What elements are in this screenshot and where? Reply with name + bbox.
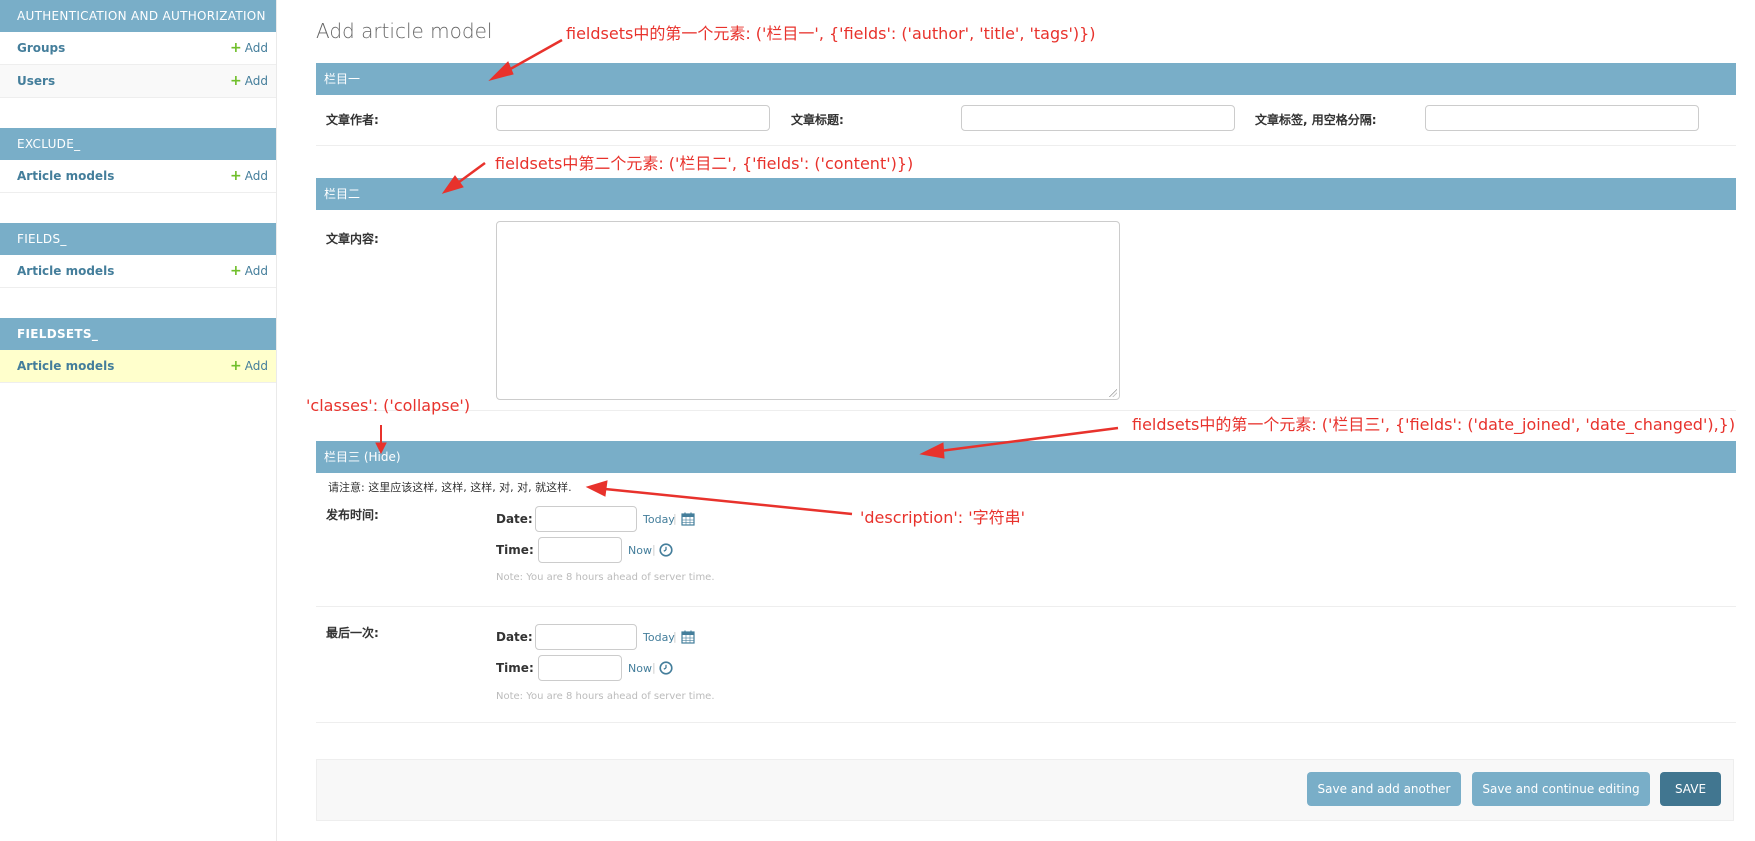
tags-label: 文章标签, 用空格分隔:: [1255, 113, 1377, 127]
form-row-content: 文章内容:: [316, 210, 1736, 411]
plus-icon: +: [230, 263, 242, 279]
author-label: 文章作者:: [326, 113, 379, 127]
fieldset-caption-2: 栏目二: [316, 178, 1736, 210]
module-caption[interactable]: EXCLUDE_: [0, 128, 276, 160]
title-input[interactable]: [961, 105, 1235, 131]
add-label: Add: [244, 74, 268, 88]
add-label: Add: [244, 359, 268, 373]
time-label: Time:: [496, 661, 534, 675]
clock-icon[interactable]: [659, 543, 673, 557]
date-changed-time-input[interactable]: [538, 655, 622, 681]
add-label: Add: [244, 264, 268, 278]
separator: |: [652, 661, 656, 674]
annotation-description: 'description': '字符串': [860, 508, 1026, 527]
sidebar: AUTHENTICATION AND AUTHORIZATION Groups …: [0, 0, 277, 841]
form-row-date-joined: 发布时间: Date: Today | Time: Now | Note: Yo…: [316, 498, 1736, 607]
fieldset-description: 请注意: 这里应该这样, 这样, 这样, 对, 对, 就这样.: [328, 481, 572, 494]
separator: |: [652, 543, 656, 556]
today-link[interactable]: Today: [643, 631, 675, 644]
save-button[interactable]: SAVE: [1660, 772, 1721, 806]
clock-icon[interactable]: [659, 661, 673, 675]
tags-input[interactable]: [1425, 105, 1699, 131]
form-row-date-changed: 最后一次: Date: Today | Time: Now | Note: Yo…: [316, 607, 1736, 723]
date-label: Date:: [496, 512, 533, 526]
now-link[interactable]: Now: [628, 662, 652, 675]
content-label: 文章内容:: [326, 232, 379, 246]
add-article-model-button[interactable]: + Add: [230, 359, 268, 373]
collapse-toggle-link[interactable]: (Hide): [364, 450, 401, 464]
add-article-model-button[interactable]: + Add: [230, 264, 268, 278]
add-groups-button[interactable]: + Add: [230, 41, 268, 55]
sidebar-item-article-models-selected[interactable]: Article models + Add: [0, 350, 276, 383]
server-time-note: Note: You are 8 hours ahead of server ti…: [496, 572, 715, 583]
plus-icon: +: [230, 358, 242, 374]
module-exclude: EXCLUDE_ Article models + Add: [0, 128, 276, 193]
sidebar-item-users[interactable]: Users + Add: [0, 65, 276, 98]
calendar-icon[interactable]: [681, 512, 695, 526]
date-joined-date-input[interactable]: [535, 506, 637, 532]
plus-icon: +: [230, 73, 242, 89]
annotation-fieldset2: fieldsets中第二个元素: ('栏目二', {'fields': ('co…: [495, 154, 914, 173]
article-models-link[interactable]: Article models: [17, 169, 114, 183]
submit-row: Save and add another Save and continue e…: [316, 759, 1734, 821]
fieldset-caption-1: 栏目一: [316, 63, 1736, 95]
annotation-fieldset1: fieldsets中的第一个元素: ('栏目一', {'fields': ('a…: [566, 24, 1096, 43]
article-models-link[interactable]: Article models: [17, 359, 114, 373]
module-fieldsets: FIELDSETS_ Article models + Add: [0, 318, 276, 383]
now-link[interactable]: Now: [628, 544, 652, 557]
calendar-icon[interactable]: [681, 630, 695, 644]
author-input[interactable]: [496, 105, 770, 131]
add-article-model-button[interactable]: + Add: [230, 169, 268, 183]
article-models-link[interactable]: Article models: [17, 264, 114, 278]
server-time-note: Note: You are 8 hours ahead of server ti…: [496, 691, 715, 702]
date-changed-date-input[interactable]: [535, 624, 637, 650]
fieldset-caption-3: 栏目三 (Hide): [316, 441, 1736, 473]
sidebar-item-article-models[interactable]: Article models + Add: [0, 160, 276, 193]
module-caption[interactable]: FIELDS_: [0, 223, 276, 255]
fieldset-3-title: 栏目三: [324, 450, 361, 464]
content-textarea[interactable]: [496, 221, 1120, 400]
sidebar-item-article-models[interactable]: Article models + Add: [0, 255, 276, 288]
plus-icon: +: [230, 40, 242, 56]
title-label: 文章标题:: [791, 113, 844, 127]
save-and-add-another-button[interactable]: Save and add another: [1307, 772, 1461, 806]
module-fields: FIELDS_ Article models + Add: [0, 223, 276, 288]
plus-icon: +: [230, 168, 242, 184]
resize-handle[interactable]: [1109, 389, 1117, 397]
fieldset-description-row: 请注意: 这里应该这样, 这样, 这样, 对, 对, 就这样.: [316, 473, 1736, 498]
groups-link[interactable]: Groups: [17, 41, 65, 55]
module-caption[interactable]: FIELDSETS_: [0, 318, 276, 350]
module-auth: AUTHENTICATION AND AUTHORIZATION Groups …: [0, 0, 276, 98]
today-link[interactable]: Today: [643, 513, 675, 526]
date-label: Date:: [496, 630, 533, 644]
annotation-classes: 'classes': ('collapse'): [306, 396, 471, 415]
separator: |: [673, 512, 677, 525]
date-joined-label: 发布时间:: [326, 508, 379, 522]
form-row-author-title-tags: 文章作者: 文章标题: 文章标签, 用空格分隔:: [316, 95, 1736, 146]
add-label: Add: [244, 41, 268, 55]
date-joined-time-input[interactable]: [538, 537, 622, 563]
save-and-continue-button[interactable]: Save and continue editing: [1472, 772, 1650, 806]
add-users-button[interactable]: + Add: [230, 74, 268, 88]
add-label: Add: [244, 169, 268, 183]
annotation-fieldset3: fieldsets中的第一个元素: ('栏目三', {'fields': ('d…: [1132, 415, 1736, 434]
date-changed-label: 最后一次:: [326, 626, 379, 640]
separator: |: [673, 630, 677, 643]
sidebar-item-groups[interactable]: Groups + Add: [0, 32, 276, 65]
module-caption[interactable]: AUTHENTICATION AND AUTHORIZATION: [0, 0, 276, 32]
main-content: Add article model 栏目一 文章作者: 文章标题: 文章标签, …: [316, 0, 1736, 723]
time-label: Time:: [496, 543, 534, 557]
users-link[interactable]: Users: [17, 74, 55, 88]
